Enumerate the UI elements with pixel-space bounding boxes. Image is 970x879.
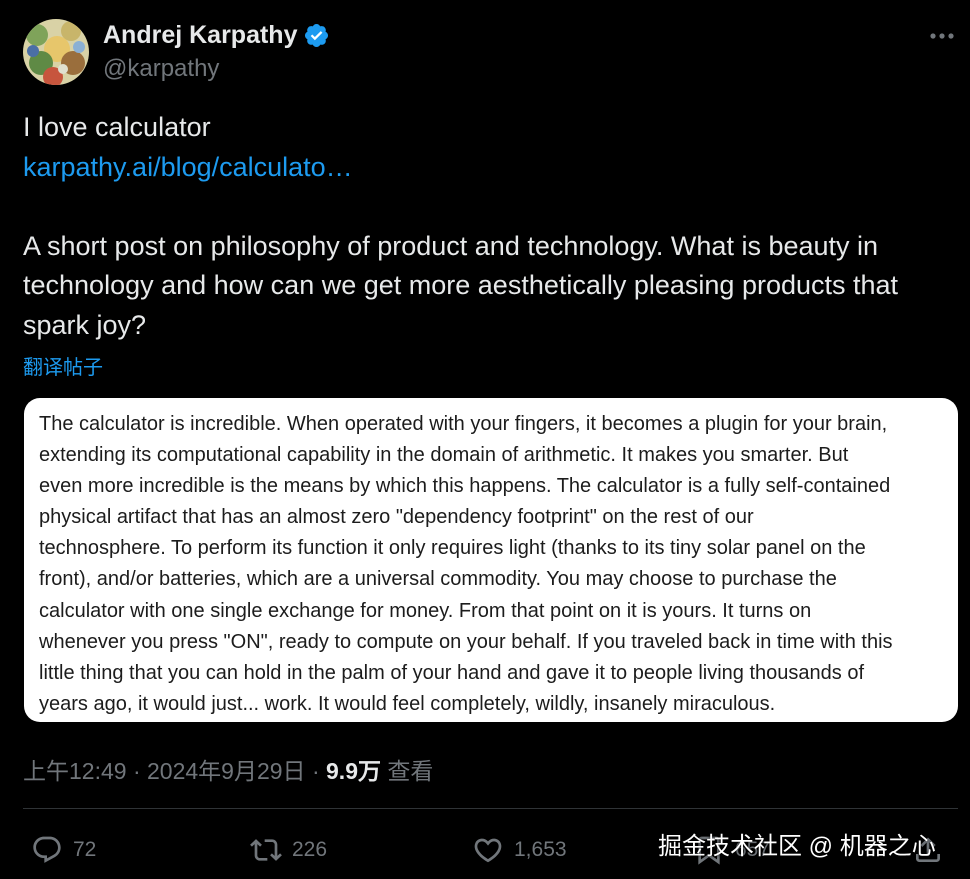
- image-text-line: whenever you press "ON", ready to comput…: [39, 630, 893, 653]
- image-text-line: front), and/or batteries, which are a un…: [39, 568, 837, 591]
- image-text-line: years ago, it would just... work. It wou…: [39, 692, 776, 715]
- author-name[interactable]: Andrej Karpathy: [103, 21, 330, 50]
- watermark: 掘金技术社区 @ 机器之心: [658, 833, 936, 860]
- verified-badge-icon: [303, 22, 330, 49]
- avatar[interactable]: [23, 19, 89, 85]
- heart-icon: [474, 838, 502, 863]
- image-text-line: even more incredible is the means by whi…: [39, 475, 891, 498]
- repost-icon: [250, 839, 282, 861]
- author-handle[interactable]: @karpathy: [103, 55, 219, 83]
- post-date[interactable]: 2024年9月29日: [147, 758, 306, 784]
- image-text-line: physical artifact that has an almost zer…: [39, 506, 754, 529]
- meta-separator: ·: [126, 758, 148, 784]
- image-text-line: technosphere. To perform its function it…: [39, 537, 866, 560]
- post-time[interactable]: 上午12:49: [23, 758, 127, 784]
- reply-button[interactable]: 72: [31, 834, 96, 866]
- divider: [23, 808, 958, 809]
- attached-image[interactable]: The calculator is incredible. When opera…: [24, 398, 958, 722]
- tweet-text: I love calculator karpathy.ai/blog/calcu…: [23, 108, 958, 345]
- translate-post-link[interactable]: 翻译帖子: [23, 351, 103, 380]
- like-count: 1,653: [514, 838, 567, 861]
- like-button[interactable]: 1,653: [472, 834, 567, 866]
- image-text-line: calculator with one single exchange for …: [39, 599, 812, 622]
- tweet-link[interactable]: karpathy.ai/blog/calculato…: [23, 152, 353, 182]
- repost-button[interactable]: 226: [250, 834, 327, 866]
- image-text-line: extending its computational capability i…: [39, 444, 849, 467]
- tweet-meta: 上午12:49 · 2024年9月29日 · 9.9万 查看: [23, 752, 433, 786]
- repost-count: 226: [292, 838, 328, 861]
- more-options-icon[interactable]: [926, 24, 958, 48]
- views-label: 查看: [381, 758, 434, 784]
- reply-count: 72: [73, 838, 97, 861]
- image-text-line: The calculator is incredible. When opera…: [39, 413, 888, 435]
- author-name-text[interactable]: Andrej Karpathy: [103, 21, 297, 50]
- views-count: 9.9万: [326, 758, 381, 784]
- reply-icon: [33, 836, 61, 863]
- tweet-body: A short post on philosophy of product an…: [23, 230, 899, 340]
- meta-separator: ·: [305, 758, 327, 784]
- tweet-line: I love calculator: [23, 112, 211, 142]
- image-text-line: little thing that you can hold in the pa…: [39, 661, 864, 684]
